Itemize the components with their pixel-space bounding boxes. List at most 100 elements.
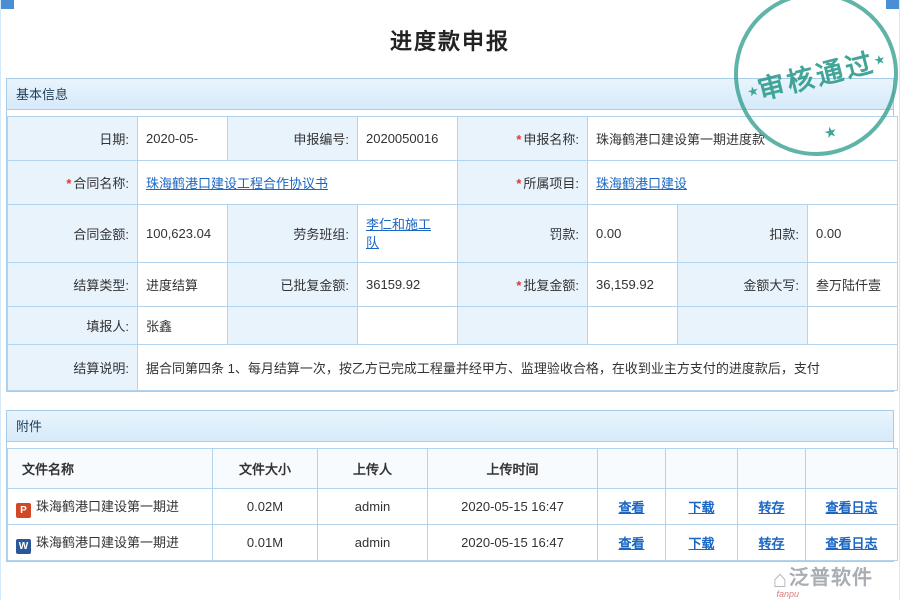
word-file-icon: W [16, 539, 31, 554]
file-size: 0.01M [213, 525, 318, 561]
labor-team-label: 劳务班组: [228, 205, 358, 263]
col-header-action [738, 449, 806, 489]
table-row: 日期: 2020-05- 申报编号: 2020050016 *申报名称: 珠海鹤… [8, 117, 898, 161]
empty-value-cell [808, 307, 898, 345]
uploader: admin [318, 489, 428, 525]
table-row: 填报人: 张鑫 [8, 307, 898, 345]
project-label-text: 所属项目: [523, 176, 579, 191]
penalty-value: 0.00 [588, 205, 678, 263]
file-size: 0.02M [213, 489, 318, 525]
attachments-section-header: 附件 [7, 411, 893, 442]
project-link[interactable]: 珠海鹤港口建设 [596, 176, 687, 191]
filler-label: 填报人: [8, 307, 138, 345]
page-corner-right-icon [886, 0, 899, 9]
project-label: *所属项目: [458, 161, 588, 205]
table-row: 合同金额: 100,623.04 劳务班组: 李仁和施工队 罚款: 0.00 扣… [8, 205, 898, 263]
required-mark: * [66, 176, 71, 191]
transfer-link[interactable]: 转存 [758, 500, 784, 515]
table-row: 结算说明: 据合同第四条 1、每月结算一次，按乙方已完成工程量并经甲方、监理验收… [8, 345, 898, 391]
attachments-header-row: 文件名称 文件大小 上传人 上传时间 [8, 449, 898, 489]
empty-label-cell [228, 307, 358, 345]
col-header-uploader: 上传人 [318, 449, 428, 489]
required-mark: * [516, 176, 521, 191]
decl-no-value: 2020050016 [358, 117, 458, 161]
view-log-link[interactable]: 查看日志 [825, 536, 877, 551]
required-mark: * [516, 278, 521, 293]
amount-caps-value: 叁万陆仟壹 [808, 263, 898, 307]
reply-amount-value: 36,159.92 [588, 263, 678, 307]
amount-caps-label: 金额大写: [678, 263, 808, 307]
filler-value: 张鑫 [138, 307, 228, 345]
download-link[interactable]: 下载 [688, 500, 714, 515]
decl-name-value: 珠海鹤港口建设第一期进度款 [588, 117, 898, 161]
uploader: admin [318, 525, 428, 561]
labor-team-link[interactable]: 李仁和施工队 [366, 216, 436, 251]
basic-info-section-header: 基本信息 [7, 79, 893, 110]
action-cell: 查看 [598, 489, 666, 525]
action-cell: 转存 [738, 489, 806, 525]
settle-note-label: 结算说明: [8, 345, 138, 391]
file-name-cell: W 珠海鹤港口建设第一期进 [8, 525, 213, 561]
contract-name-cell: 珠海鹤港口建设工程合作协议书 [138, 161, 458, 205]
download-link[interactable]: 下载 [688, 536, 714, 551]
col-header-action [806, 449, 898, 489]
reply-amount-label-text: 批复金额: [523, 278, 579, 293]
decl-name-label-text: 申报名称: [523, 132, 579, 147]
approved-amount-label: 已批复金额: [228, 263, 358, 307]
empty-value-cell [358, 307, 458, 345]
contract-name-label-text: 合同名称: [73, 176, 129, 191]
file-name-cell: P 珠海鹤港口建设第一期进 [8, 489, 213, 525]
upload-time: 2020-05-15 16:47 [428, 489, 598, 525]
empty-label-cell [458, 307, 588, 345]
decl-no-label: 申报编号: [228, 117, 358, 161]
fanpu-brand-text: 泛普软件 [789, 567, 873, 589]
empty-label-cell [678, 307, 808, 345]
action-cell: 查看日志 [806, 489, 898, 525]
view-link[interactable]: 查看 [618, 536, 644, 551]
deduction-value: 0.00 [808, 205, 898, 263]
fanpu-sub-text: fanpu [777, 589, 800, 599]
top-strip [1, 0, 899, 10]
table-row: 结算类型: 进度结算 已批复金额: 36159.92 *批复金额: 36,159… [8, 263, 898, 307]
fanpu-watermark: ⌂泛普软件 fanpu [773, 561, 874, 594]
approved-amount-value: 36159.92 [358, 263, 458, 307]
attachments-table: 文件名称 文件大小 上传人 上传时间 P 珠海鹤港口建设第一期进 0.02M ad… [7, 448, 898, 561]
basic-info-section: 基本信息 日期: 2020-05- 申报编号: 2020050016 *申报名称… [6, 78, 894, 392]
action-cell: 下载 [666, 489, 738, 525]
empty-value-cell [588, 307, 678, 345]
decl-name-label: *申报名称: [458, 117, 588, 161]
transfer-link[interactable]: 转存 [758, 536, 784, 551]
page-corner-left-icon [1, 0, 14, 9]
attachment-row: P 珠海鹤港口建设第一期进 0.02M admin 2020-05-15 16:4… [8, 489, 898, 525]
page-title: 进度款申报 [1, 24, 899, 56]
deduction-label: 扣款: [678, 205, 808, 263]
basic-info-table: 日期: 2020-05- 申报编号: 2020050016 *申报名称: 珠海鹤… [7, 116, 898, 391]
contract-name-label: *合同名称: [8, 161, 138, 205]
settle-note-value: 据合同第四条 1、每月结算一次，按乙方已完成工程量并经甲方、监理验收合格，在收到… [138, 345, 898, 391]
required-mark: * [516, 132, 521, 147]
upload-time: 2020-05-15 16:47 [428, 525, 598, 561]
contract-amount-value: 100,623.04 [138, 205, 228, 263]
file-name: 珠海鹤港口建设第一期进 [36, 535, 179, 550]
action-cell: 查看 [598, 525, 666, 561]
attachment-row: W 珠海鹤港口建设第一期进 0.01M admin 2020-05-15 16:4… [8, 525, 898, 561]
col-header-upload-time: 上传时间 [428, 449, 598, 489]
labor-team-cell: 李仁和施工队 [358, 205, 458, 263]
contract-amount-label: 合同金额: [8, 205, 138, 263]
view-log-link[interactable]: 查看日志 [825, 500, 877, 515]
reply-amount-label: *批复金额: [458, 263, 588, 307]
contract-name-link[interactable]: 珠海鹤港口建设工程合作协议书 [146, 176, 328, 191]
view-link[interactable]: 查看 [618, 500, 644, 515]
action-cell: 查看日志 [806, 525, 898, 561]
col-header-action [666, 449, 738, 489]
penalty-label: 罚款: [458, 205, 588, 263]
ppt-file-icon: P [16, 503, 31, 518]
action-cell: 转存 [738, 525, 806, 561]
settle-type-value: 进度结算 [138, 263, 228, 307]
project-cell: 珠海鹤港口建设 [588, 161, 898, 205]
attachments-section: 附件 文件名称 文件大小 上传人 上传时间 P 珠海鹤港口建设第一期进 0.02M… [6, 410, 894, 562]
file-name: 珠海鹤港口建设第一期进 [36, 499, 179, 514]
table-row: *合同名称: 珠海鹤港口建设工程合作协议书 *所属项目: 珠海鹤港口建设 [8, 161, 898, 205]
col-header-file-name: 文件名称 [8, 449, 213, 489]
col-header-file-size: 文件大小 [213, 449, 318, 489]
